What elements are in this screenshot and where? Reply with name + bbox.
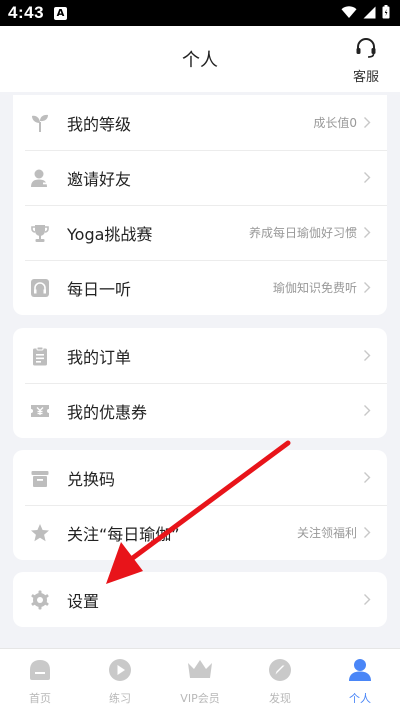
cell-signal-icon: [363, 4, 376, 23]
bottom-tab-bar: 首页 练习 VIP会员 发现 个人: [0, 648, 400, 710]
status-icons: [341, 4, 390, 23]
chevron-right-icon: [363, 116, 373, 130]
menu-item-yoga-challenge[interactable]: Yoga挑战赛 养成每日瑜伽好习惯: [13, 205, 387, 260]
page-title: 个人: [182, 50, 218, 71]
chevron-right-icon: [363, 404, 373, 418]
menu-item-label: 关注“每日瑜伽”: [67, 524, 180, 544]
tab-label: 首页: [29, 692, 51, 705]
chevron-right-icon: [363, 593, 373, 607]
gear-icon: [30, 590, 50, 610]
notification-badge: A: [54, 6, 68, 20]
tab-practice[interactable]: 练习: [80, 649, 160, 710]
chevron-right-icon: [363, 226, 373, 240]
menu-item-follow[interactable]: 关注“每日瑜伽” 关注领福利: [13, 505, 387, 560]
menu-card-orders: 我的订单 我的优惠券: [13, 328, 387, 438]
page-header: 个人 客服: [0, 26, 400, 92]
tab-home[interactable]: 首页: [0, 649, 80, 710]
menu-item-hint: 成长值0: [313, 116, 357, 130]
compass-icon: [268, 658, 292, 686]
tab-label: VIP会员: [180, 692, 220, 705]
customer-service-button[interactable]: 客服: [350, 36, 382, 85]
wifi-icon: [341, 4, 357, 23]
menu-item-label: 我的等级: [67, 114, 132, 134]
play-icon: [108, 658, 132, 686]
menu-item-label: 兑换码: [67, 469, 116, 489]
star-icon: [30, 523, 50, 543]
menu-item-invite[interactable]: 邀请好友: [13, 150, 387, 205]
menu-item-daily-listen[interactable]: 每日一听 瑜伽知识免费听: [13, 260, 387, 315]
menu-item-label: 设置: [67, 591, 100, 611]
status-time: 4:43: [8, 3, 45, 22]
tab-vip[interactable]: VIP会员: [160, 649, 240, 710]
clipboard-icon: [30, 346, 50, 366]
menu-item-coupons[interactable]: 我的优惠券: [13, 383, 387, 438]
chevron-right-icon: [363, 471, 373, 485]
menu-item-redeem-code[interactable]: 兑换码: [13, 450, 387, 505]
home-icon: [28, 658, 52, 686]
menu-item-label: 邀请好友: [67, 169, 132, 189]
sprout-icon: [30, 113, 50, 133]
tab-label: 发现: [269, 692, 291, 705]
headphones-icon: [30, 278, 50, 298]
menu-item-label: 每日一听: [67, 279, 132, 299]
menu-item-label: 我的优惠券: [67, 402, 148, 422]
battery-icon: [382, 4, 390, 23]
menu-item-label: Yoga挑战赛: [67, 224, 153, 244]
chevron-right-icon: [363, 281, 373, 295]
chevron-right-icon: [363, 349, 373, 363]
tab-profile[interactable]: 个人: [320, 649, 400, 710]
menu-item-label: 我的订单: [67, 347, 132, 367]
headset-icon: [354, 36, 378, 64]
tab-label: 练习: [109, 692, 131, 705]
menu-card-redeem: 兑换码 关注“每日瑜伽” 关注领福利: [13, 450, 387, 560]
customer-service-label: 客服: [352, 70, 379, 85]
crown-icon: [187, 658, 213, 686]
status-bar: 4:43 A: [0, 0, 400, 26]
tab-discover[interactable]: 发现: [240, 649, 320, 710]
trophy-icon: [30, 223, 50, 243]
menu-item-hint: 养成每日瑜伽好习惯: [248, 226, 357, 240]
user-plus-icon: [30, 168, 50, 188]
menu-item-hint: 瑜伽知识免费听: [272, 281, 357, 295]
menu-item-settings[interactable]: 设置: [13, 572, 387, 627]
menu-item-orders[interactable]: 我的订单: [13, 328, 387, 383]
menu-card-growth: 我的等级 成长值0 邀请好友 Yoga挑战赛 养成每日瑜伽好习惯 每日一听 瑜伽…: [13, 95, 387, 315]
person-icon: [348, 658, 372, 686]
coupon-icon: [30, 401, 50, 421]
chevron-right-icon: [363, 526, 373, 540]
gift-box-icon: [30, 468, 50, 488]
menu-item-level[interactable]: 我的等级 成长值0: [13, 95, 387, 150]
menu-item-hint: 关注领福利: [296, 526, 357, 540]
menu-card-settings: 设置: [13, 572, 387, 627]
chevron-right-icon: [363, 171, 373, 185]
tab-label: 个人: [349, 692, 371, 705]
